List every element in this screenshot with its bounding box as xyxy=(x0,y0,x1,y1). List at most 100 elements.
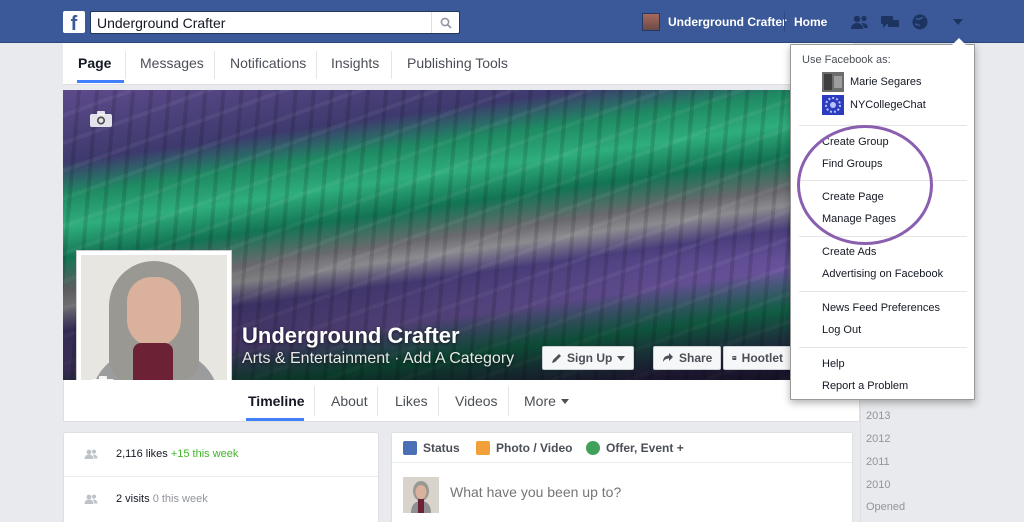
likes-count: 2,116 likes xyxy=(116,448,168,460)
search-input[interactable] xyxy=(91,12,431,33)
likes-delta: +15 this week xyxy=(170,448,239,460)
status-input[interactable] xyxy=(450,484,830,500)
sign-up-label: Sign Up xyxy=(567,351,613,365)
hootlet-label: Hootlet xyxy=(741,351,783,365)
share-arrow-icon xyxy=(663,353,673,362)
change-cover-camera-icon[interactable] xyxy=(89,110,113,128)
timeline-navigation: Timeline About Likes Videos More xyxy=(63,380,860,422)
year-link[interactable]: Opened xyxy=(866,501,905,513)
search-icon xyxy=(440,17,452,29)
page-title: Underground Crafter xyxy=(242,323,460,348)
tab-messages[interactable]: Messages xyxy=(140,55,204,71)
tab-more-label: More xyxy=(524,393,556,409)
year-link[interactable]: 2011 xyxy=(866,456,890,468)
year-link[interactable]: 2012 xyxy=(866,433,890,445)
chevron-down-icon xyxy=(617,355,626,361)
visits-delta: 0 this week xyxy=(152,493,208,505)
account-menu-caret-icon[interactable] xyxy=(953,19,963,25)
menu-item-advertising[interactable]: Advertising on Facebook xyxy=(822,268,943,280)
hootlet-button[interactable]: Hootlet xyxy=(723,346,791,370)
facebook-logo-icon[interactable]: f xyxy=(63,11,85,33)
profile-name-link[interactable]: Underground Crafter xyxy=(668,15,787,29)
offer-icon xyxy=(586,441,600,455)
tab-page[interactable]: Page xyxy=(78,55,111,71)
menu-item-help[interactable]: Help xyxy=(822,358,845,370)
messages-icon[interactable] xyxy=(880,13,900,31)
notifications-globe-icon[interactable] xyxy=(910,13,930,31)
composer-tab-status[interactable]: Status xyxy=(403,441,460,455)
active-tab-indicator xyxy=(77,80,124,83)
dropdown-heading: Use Facebook as: xyxy=(802,54,891,66)
people-icon xyxy=(84,494,98,504)
switch-account-marie-segares[interactable]: Marie Segares xyxy=(822,72,922,92)
composer-tab-photo-label: Photo / Video xyxy=(496,441,573,455)
post-composer: Status Photo / Video Offer, Event + xyxy=(391,432,853,522)
photo-icon xyxy=(476,441,490,455)
profile-avatar[interactable] xyxy=(642,13,660,31)
pencil-icon xyxy=(403,441,417,455)
composer-tab-offer-label: Offer, Event + xyxy=(606,441,684,455)
active-tab-indicator xyxy=(246,418,304,421)
account-avatar xyxy=(822,95,844,115)
account-avatar xyxy=(822,72,844,92)
menu-divider xyxy=(799,347,967,348)
likes-stat: 2,116 likes +15 this week xyxy=(116,448,238,460)
share-button[interactable]: Share xyxy=(653,346,722,370)
divider xyxy=(784,12,785,32)
dropdown-pointer xyxy=(952,38,966,45)
menu-item-report-problem[interactable]: Report a Problem xyxy=(822,380,908,392)
divider xyxy=(125,51,126,79)
tab-likes[interactable]: Likes xyxy=(395,393,428,409)
visits-count: 2 visits xyxy=(116,493,150,505)
divider xyxy=(377,386,378,416)
menu-item-news-feed-preferences[interactable]: News Feed Preferences xyxy=(822,302,940,314)
composer-avatar xyxy=(403,477,439,513)
chevron-down-icon xyxy=(560,398,569,404)
menu-item-create-ads[interactable]: Create Ads xyxy=(822,246,876,258)
composer-tab-offer-event[interactable]: Offer, Event + xyxy=(586,441,684,455)
page-admin-tabs: Page Messages Notifications Insights Pub… xyxy=(63,43,853,85)
divider xyxy=(391,51,392,79)
tab-about[interactable]: About xyxy=(331,393,368,409)
account-name: NYCollegeChat xyxy=(850,99,926,111)
divider xyxy=(314,386,315,416)
hootlet-owl-icon xyxy=(732,356,737,360)
page-category[interactable]: Arts & Entertainment · Add A Category xyxy=(242,350,514,368)
divider xyxy=(438,386,439,416)
year-link[interactable]: 2013 xyxy=(866,410,890,422)
menu-item-log-out[interactable]: Log Out xyxy=(822,324,861,336)
account-name: Marie Segares xyxy=(850,76,922,88)
visits-row[interactable]: 2 visits 0 this week xyxy=(64,478,378,522)
home-link[interactable]: Home xyxy=(794,15,827,29)
divider xyxy=(214,51,215,79)
year-link[interactable]: 2010 xyxy=(866,479,890,491)
menu-divider xyxy=(799,125,967,126)
years-divider xyxy=(860,405,861,522)
composer-tabs: Status Photo / Video Offer, Event + xyxy=(392,433,852,463)
tab-publishing-tools[interactable]: Publishing Tools xyxy=(407,55,508,71)
search-button[interactable] xyxy=(431,12,459,33)
divider xyxy=(508,386,509,416)
search-box[interactable] xyxy=(90,11,460,34)
tab-notifications[interactable]: Notifications xyxy=(230,55,306,71)
composer-tab-photo-video[interactable]: Photo / Video xyxy=(476,441,572,455)
tab-timeline[interactable]: Timeline xyxy=(248,393,305,409)
divider xyxy=(316,51,317,79)
menu-divider xyxy=(799,291,967,292)
highlight-circle-annotation xyxy=(797,125,933,245)
pencil-icon xyxy=(552,353,561,363)
visits-stat: 2 visits 0 this week xyxy=(116,493,208,505)
tab-insights[interactable]: Insights xyxy=(331,55,379,71)
friend-requests-icon[interactable] xyxy=(850,13,870,31)
share-label: Share xyxy=(679,351,713,365)
top-navigation-bar: f Underground Crafter Home xyxy=(0,0,1024,43)
page-stats-card: 2,116 likes +15 this week 2 visits 0 thi… xyxy=(63,432,379,522)
tab-videos[interactable]: Videos xyxy=(455,393,498,409)
tab-more[interactable]: More xyxy=(524,393,569,409)
people-icon xyxy=(84,449,98,459)
sign-up-button[interactable]: Sign Up xyxy=(542,346,635,370)
likes-row[interactable]: 2,116 likes +15 this week xyxy=(64,433,378,477)
switch-account-nycollegechat[interactable]: NYCollegeChat xyxy=(822,95,926,115)
photo-face xyxy=(127,277,181,347)
composer-tab-status-label: Status xyxy=(423,441,460,455)
